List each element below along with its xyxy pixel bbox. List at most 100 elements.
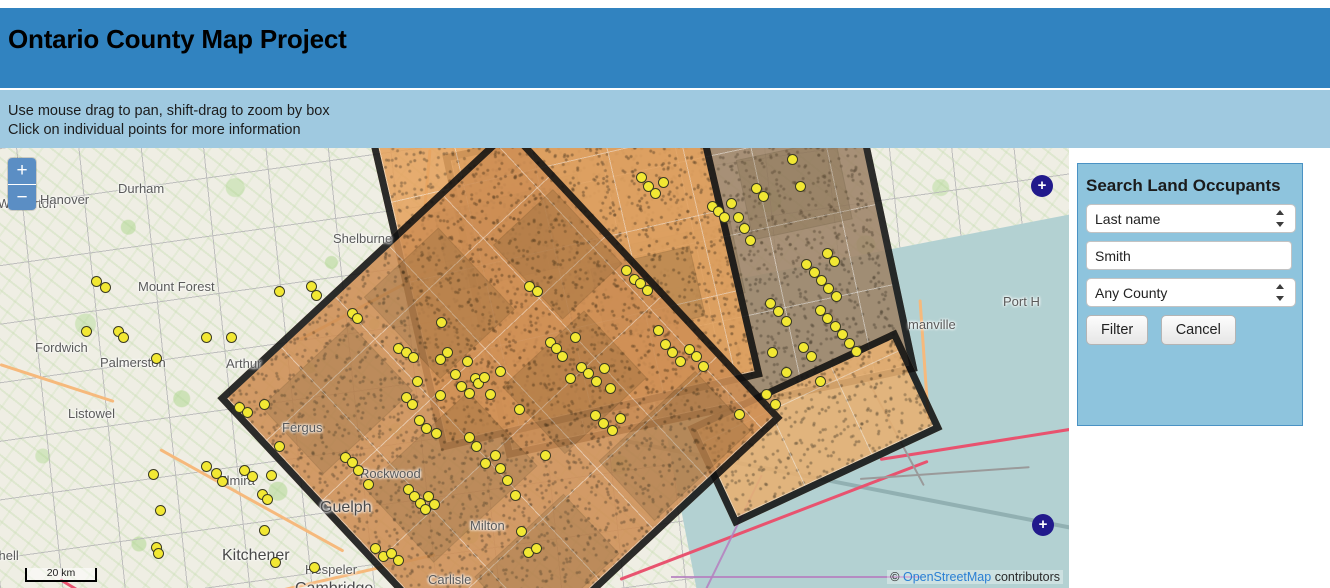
land-occupant-marker[interactable]	[650, 188, 661, 199]
map-canvas[interactable]: WalkertonHanoverDurhamShelburneMount For…	[0, 148, 1069, 588]
land-occupant-marker[interactable]	[675, 356, 686, 367]
cancel-button[interactable]: Cancel	[1160, 315, 1236, 345]
land-occupant-marker[interactable]	[719, 212, 730, 223]
land-occupant-marker[interactable]	[734, 409, 745, 420]
land-occupant-marker[interactable]	[226, 332, 237, 343]
land-occupant-marker[interactable]	[565, 373, 576, 384]
land-occupant-marker[interactable]	[781, 367, 792, 378]
land-occupant-marker[interactable]	[436, 317, 447, 328]
land-occupant-marker[interactable]	[806, 351, 817, 362]
land-occupant-marker[interactable]	[739, 223, 750, 234]
land-occupant-marker[interactable]	[81, 326, 92, 337]
land-occupant-marker[interactable]	[201, 461, 212, 472]
land-occupant-marker[interactable]	[393, 555, 404, 566]
land-occupant-marker[interactable]	[605, 383, 616, 394]
land-occupant-marker[interactable]	[266, 470, 277, 481]
search-field-select[interactable]: Last nameFirst nameLotConcession	[1086, 204, 1296, 233]
land-occupant-marker[interactable]	[726, 198, 737, 209]
land-occupant-marker[interactable]	[480, 458, 491, 469]
land-occupant-marker[interactable]	[153, 548, 164, 559]
land-occupant-marker[interactable]	[201, 332, 212, 343]
land-occupant-marker[interactable]	[412, 376, 423, 387]
land-occupant-marker[interactable]	[450, 369, 461, 380]
land-occupant-marker[interactable]	[745, 235, 756, 246]
land-occupant-marker[interactable]	[363, 479, 374, 490]
land-occupant-marker[interactable]	[217, 476, 228, 487]
land-occupant-marker[interactable]	[642, 285, 653, 296]
zoom-control[interactable]: + −	[8, 158, 36, 210]
land-occupant-marker[interactable]	[758, 191, 769, 202]
land-occupant-marker[interactable]	[570, 332, 581, 343]
openstreetmap-link[interactable]: OpenStreetMap	[903, 570, 991, 584]
land-occupant-marker[interactable]	[429, 499, 440, 510]
land-occupant-marker[interactable]	[471, 441, 482, 452]
land-occupant-marker[interactable]	[795, 181, 806, 192]
land-occupant-marker[interactable]	[495, 463, 506, 474]
land-occupant-marker[interactable]	[100, 282, 111, 293]
land-occupant-marker[interactable]	[698, 361, 709, 372]
land-occupant-marker[interactable]	[532, 286, 543, 297]
land-occupant-marker[interactable]	[352, 313, 363, 324]
county-select[interactable]: Any County	[1086, 278, 1296, 307]
land-occupant-marker[interactable]	[773, 306, 784, 317]
land-occupant-marker[interactable]	[407, 399, 418, 410]
land-occupant-marker[interactable]	[781, 316, 792, 327]
land-occupant-marker[interactable]	[829, 256, 840, 267]
land-occupant-marker[interactable]	[851, 346, 862, 357]
land-occupant-marker[interactable]	[259, 525, 270, 536]
land-occupant-marker[interactable]	[615, 413, 626, 424]
land-occupant-marker[interactable]	[540, 450, 551, 461]
land-occupant-marker[interactable]	[531, 543, 542, 554]
map-viewport[interactable]: WalkertonHanoverDurhamShelburneMount For…	[0, 148, 1069, 588]
land-occupant-marker[interactable]	[607, 425, 618, 436]
land-occupant-marker[interactable]	[787, 154, 798, 165]
land-occupant-marker[interactable]	[464, 388, 475, 399]
land-occupant-marker[interactable]	[815, 376, 826, 387]
land-occupant-marker[interactable]	[148, 469, 159, 480]
land-occupant-marker[interactable]	[516, 526, 527, 537]
land-occupant-marker[interactable]	[479, 372, 490, 383]
land-occupant-marker[interactable]	[259, 399, 270, 410]
land-occupant-marker[interactable]	[490, 450, 501, 461]
land-occupant-marker[interactable]	[118, 332, 129, 343]
search-text-input[interactable]	[1086, 241, 1292, 270]
land-occupant-marker[interactable]	[502, 475, 513, 486]
land-occupant-marker[interactable]	[767, 347, 778, 358]
cluster-expand-badge[interactable]: +	[1031, 175, 1053, 197]
land-occupant-marker[interactable]	[151, 353, 162, 364]
cluster-expand-badge[interactable]: +	[1032, 514, 1054, 536]
map-place-label: Mount Forest	[138, 279, 215, 294]
land-occupant-marker[interactable]	[653, 325, 664, 336]
land-occupant-marker[interactable]	[270, 557, 281, 568]
land-occupant-marker[interactable]	[770, 399, 781, 410]
land-occupant-marker[interactable]	[557, 351, 568, 362]
land-occupant-marker[interactable]	[353, 465, 364, 476]
land-occupant-marker[interactable]	[408, 352, 419, 363]
land-occupant-marker[interactable]	[274, 286, 285, 297]
land-occupant-marker[interactable]	[510, 490, 521, 501]
land-occupant-marker[interactable]	[831, 291, 842, 302]
land-occupant-marker[interactable]	[311, 290, 322, 301]
land-occupant-marker[interactable]	[262, 494, 273, 505]
land-occupant-marker[interactable]	[591, 376, 602, 387]
land-occupant-marker[interactable]	[599, 363, 610, 374]
land-occupant-marker[interactable]	[431, 428, 442, 439]
land-occupant-marker[interactable]	[442, 347, 453, 358]
land-occupant-marker[interactable]	[691, 351, 702, 362]
zoom-in-button[interactable]: +	[8, 158, 36, 184]
land-occupant-marker[interactable]	[761, 389, 772, 400]
land-occupant-marker[interactable]	[435, 390, 446, 401]
zoom-out-button[interactable]: −	[8, 184, 36, 210]
land-occupant-marker[interactable]	[274, 441, 285, 452]
land-occupant-marker[interactable]	[485, 389, 496, 400]
land-occupant-marker[interactable]	[242, 407, 253, 418]
land-occupant-marker[interactable]	[514, 404, 525, 415]
land-occupant-marker[interactable]	[247, 471, 258, 482]
land-occupant-marker[interactable]	[495, 366, 506, 377]
land-occupant-marker[interactable]	[658, 177, 669, 188]
land-occupant-marker[interactable]	[733, 212, 744, 223]
land-occupant-marker[interactable]	[155, 505, 166, 516]
land-occupant-marker[interactable]	[309, 562, 320, 573]
filter-button[interactable]: Filter	[1086, 315, 1149, 345]
land-occupant-marker[interactable]	[462, 356, 473, 367]
